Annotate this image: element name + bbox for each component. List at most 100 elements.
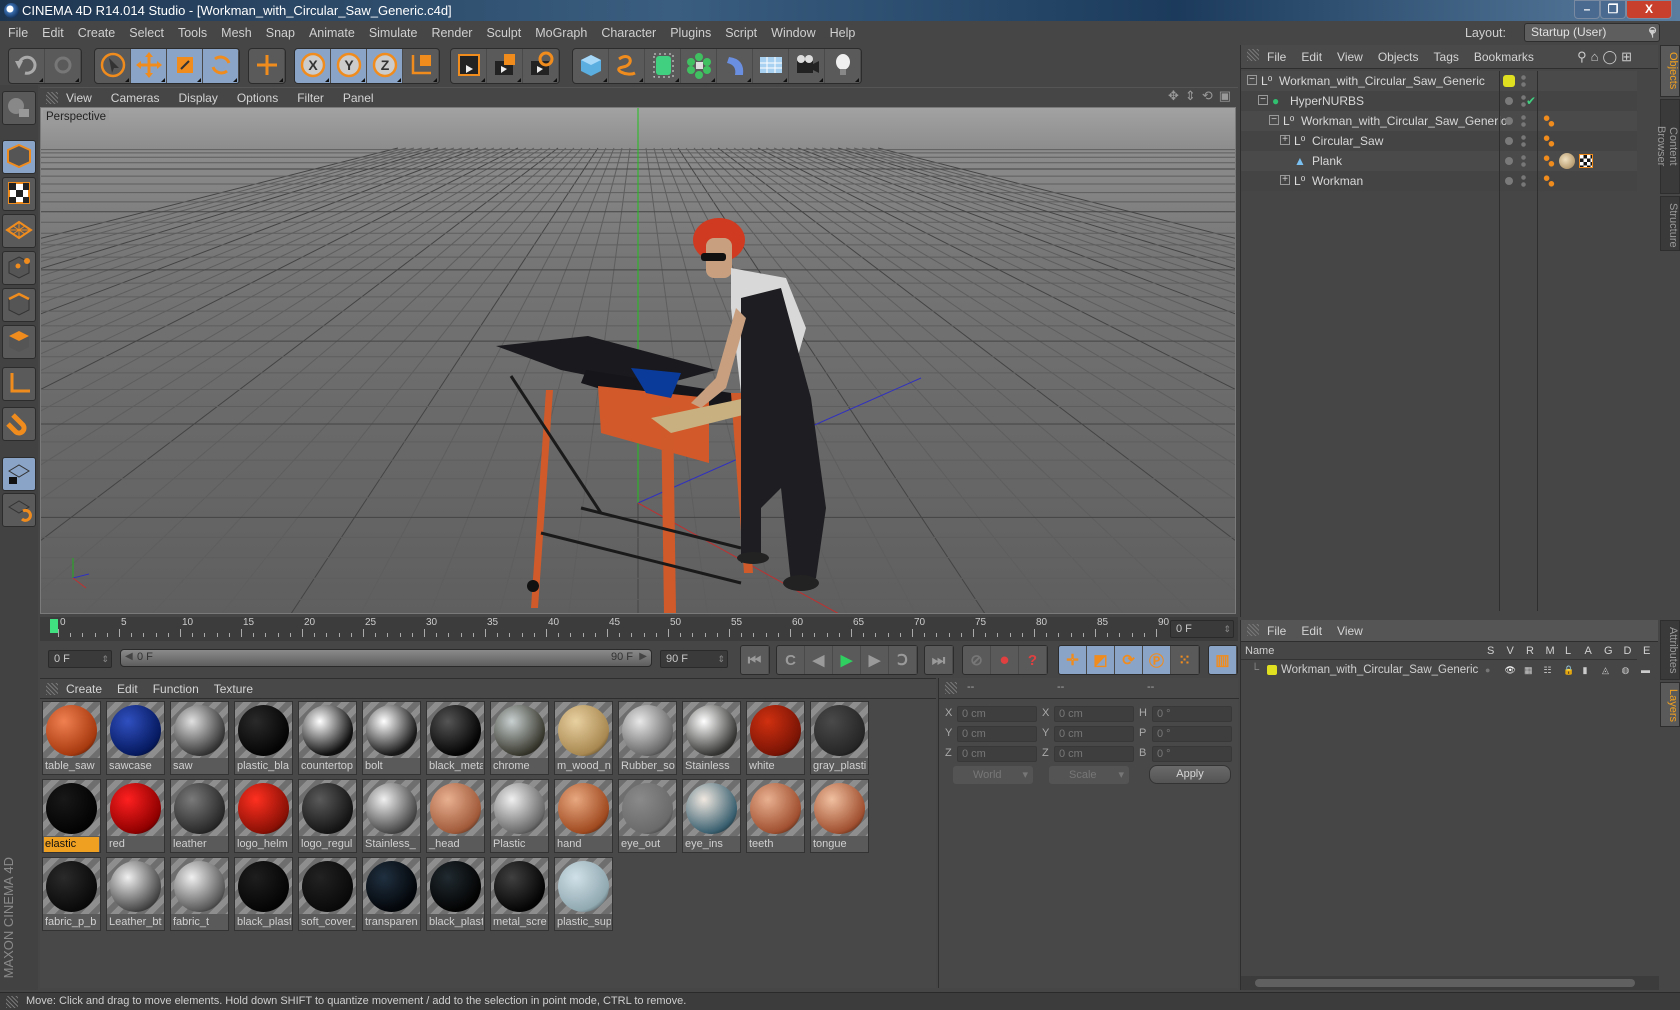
position-field[interactable]: 0 cm bbox=[957, 746, 1037, 762]
object-row[interactable]: − L⁰ Workman_with_Circular_Saw_Generic bbox=[1241, 71, 1637, 91]
motion-path-button[interactable]: ⊘ bbox=[963, 646, 991, 674]
collapse-icon[interactable]: − bbox=[1258, 95, 1268, 105]
maximize-icon[interactable]: ▣ bbox=[1219, 88, 1231, 104]
render-visibility-dots[interactable] bbox=[1521, 74, 1526, 88]
search-icon[interactable]: ⚲ bbox=[1648, 24, 1662, 40]
material-swatch[interactable]: red bbox=[106, 779, 165, 853]
key-pla-button[interactable]: ⁙ bbox=[1171, 646, 1199, 674]
object-menu-objects[interactable]: Objects bbox=[1378, 50, 1419, 64]
menu-tools[interactable]: Tools bbox=[178, 26, 207, 40]
coordinate-system-dropdown[interactable]: World ▾ bbox=[953, 766, 1033, 784]
object-menu-file[interactable]: File bbox=[1267, 50, 1286, 64]
expand-icon[interactable]: + bbox=[1280, 175, 1290, 185]
cube-button[interactable] bbox=[573, 49, 609, 83]
live-selection-button[interactable] bbox=[95, 49, 131, 83]
material-swatch[interactable]: m_wood_n bbox=[554, 701, 613, 775]
material-swatch[interactable]: Stainless_ bbox=[362, 779, 421, 853]
rotate-button[interactable] bbox=[203, 49, 239, 83]
material-swatch[interactable]: metal_screv bbox=[490, 857, 549, 931]
material-swatch[interactable]: elastic bbox=[42, 779, 101, 853]
menu-select[interactable]: Select bbox=[129, 26, 164, 40]
panel-grip[interactable] bbox=[46, 92, 58, 104]
menu-script[interactable]: Script bbox=[725, 26, 757, 40]
viewport-perspective[interactable]: Perspective bbox=[40, 107, 1236, 614]
timeline-ruler[interactable]: 0 5 10 15 20 25 30 35 40 45 50 55 60 65 70 75 80 85 90 0 F bbox=[40, 617, 1238, 641]
key-parameter-button[interactable]: Ⓟ bbox=[1143, 646, 1171, 674]
rotation-field[interactable]: 0 ° bbox=[1152, 706, 1232, 722]
object-row[interactable]: + L⁰ Circular_Saw bbox=[1241, 131, 1637, 151]
point-mode-button[interactable] bbox=[2, 251, 36, 285]
material-menu-function[interactable]: Function bbox=[153, 682, 199, 696]
editor-visibility-dot[interactable] bbox=[1505, 177, 1513, 185]
collapse-icon[interactable]: − bbox=[1247, 75, 1257, 85]
layer-menu-view[interactable]: View bbox=[1337, 624, 1363, 638]
material-swatch[interactable]: fabric_p_b bbox=[42, 857, 101, 931]
undo-button[interactable] bbox=[9, 49, 45, 83]
object-menu-edit[interactable]: Edit bbox=[1301, 50, 1322, 64]
menu-animate[interactable]: Animate bbox=[309, 26, 355, 40]
viewport-menu-filter[interactable]: Filter bbox=[297, 91, 324, 105]
menu-help[interactable]: Help bbox=[830, 26, 856, 40]
array-button[interactable] bbox=[681, 49, 717, 83]
axis-button[interactable] bbox=[2, 367, 36, 401]
phong-tag-icon[interactable] bbox=[1543, 114, 1555, 128]
material-swatch[interactable]: eye_ins bbox=[682, 779, 741, 853]
material-swatch[interactable]: chrome bbox=[490, 701, 549, 775]
layout-dropdown[interactable]: Startup (User) bbox=[1524, 23, 1660, 42]
material-tag-icon[interactable] bbox=[1559, 153, 1575, 169]
layer-column-d[interactable]: D bbox=[1624, 645, 1632, 657]
material-swatch[interactable]: black_meta bbox=[426, 701, 485, 775]
texture-mode-button[interactable] bbox=[2, 177, 36, 211]
material-swatch[interactable]: tongue bbox=[810, 779, 869, 853]
pan-icon[interactable]: ✥ bbox=[1168, 88, 1179, 104]
material-swatch[interactable]: saw bbox=[170, 701, 229, 775]
material-menu-create[interactable]: Create bbox=[66, 682, 102, 696]
edge-mode-button[interactable] bbox=[2, 288, 36, 322]
layer-column-r[interactable]: R bbox=[1526, 645, 1534, 657]
material-swatch[interactable]: black_plast bbox=[234, 857, 293, 931]
menu-mograph[interactable]: MoGraph bbox=[535, 26, 587, 40]
rotation-field[interactable]: 0 ° bbox=[1152, 726, 1232, 742]
material-swatch[interactable]: fabric_t bbox=[170, 857, 229, 931]
object-row[interactable]: ▲ Plank bbox=[1241, 151, 1637, 171]
layer-column-v[interactable]: V bbox=[1507, 645, 1514, 657]
material-swatch[interactable]: plastic_sup bbox=[554, 857, 613, 931]
minimize-button[interactable]: – bbox=[1574, 0, 1600, 19]
collapse-icon[interactable]: − bbox=[1269, 115, 1279, 125]
locked-workplane-button[interactable] bbox=[2, 457, 36, 491]
layer-row[interactable]: └ Workman_with_Circular_Saw_Generic ● 👁 ▦ ☷ 🔒 ▮… bbox=[1241, 661, 1664, 679]
y-axis-button[interactable]: Y bbox=[331, 49, 367, 83]
coordinate-system-button[interactable] bbox=[403, 49, 439, 83]
material-swatch[interactable]: logo_helm bbox=[234, 779, 293, 853]
object-name[interactable]: Plank bbox=[1312, 151, 1342, 171]
position-field[interactable]: 0 cm bbox=[957, 726, 1037, 742]
enabled-check-icon[interactable]: ✔ bbox=[1526, 91, 1536, 111]
material-swatch[interactable]: Stainless bbox=[682, 701, 741, 775]
viewport-menu-display[interactable]: Display bbox=[178, 91, 217, 105]
visible-icon[interactable]: 👁 bbox=[1505, 661, 1516, 679]
new-view-icon[interactable]: ⊞ bbox=[1621, 49, 1632, 65]
material-swatch[interactable]: Rubber_so bbox=[618, 701, 677, 775]
rotation-field[interactable]: 0 ° bbox=[1152, 746, 1232, 762]
lock-icon[interactable]: 🔒 bbox=[1563, 661, 1574, 679]
material-swatch[interactable]: _head bbox=[426, 779, 485, 853]
material-swatch[interactable]: countertop bbox=[298, 701, 357, 775]
panel-grip[interactable] bbox=[945, 682, 957, 694]
x-axis-button[interactable]: X bbox=[295, 49, 331, 83]
material-swatch[interactable]: white bbox=[746, 701, 805, 775]
material-swatch[interactable]: transparen bbox=[362, 857, 421, 931]
viewport-menu-options[interactable]: Options bbox=[237, 91, 278, 105]
manager-icon[interactable]: ☷ bbox=[1544, 661, 1552, 679]
render-view-button[interactable] bbox=[451, 49, 487, 83]
frame-range-slider[interactable]: ◀ 0 F 90 F ▶ bbox=[120, 649, 652, 667]
move-button[interactable] bbox=[131, 49, 167, 83]
editor-visibility-dot[interactable] bbox=[1505, 117, 1513, 125]
orbit-icon[interactable]: ⟲ bbox=[1202, 88, 1213, 104]
material-swatch[interactable]: hand bbox=[554, 779, 613, 853]
object-menu-view[interactable]: View bbox=[1337, 50, 1363, 64]
render-visibility-dots[interactable] bbox=[1521, 154, 1526, 168]
layer-color-swatch[interactable] bbox=[1503, 75, 1515, 87]
snap-workplane-button[interactable] bbox=[2, 493, 36, 527]
material-swatch[interactable]: teeth bbox=[746, 779, 805, 853]
key-scale-button[interactable]: ◩ bbox=[1087, 646, 1115, 674]
